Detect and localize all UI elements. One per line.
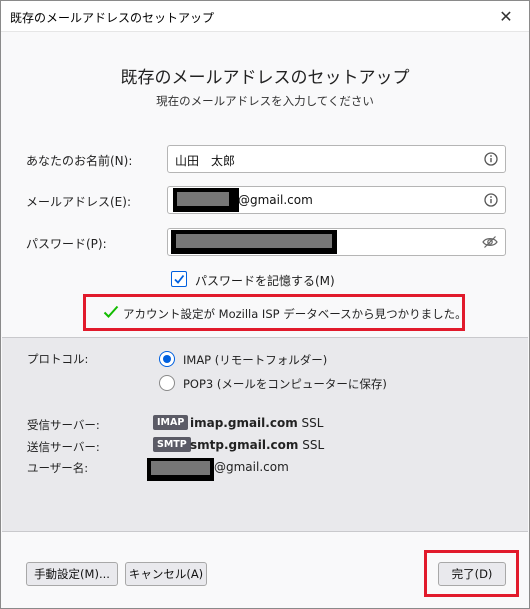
smtp-tag: SMTP — [153, 437, 191, 452]
protocol-label: プロトコル: — [27, 352, 89, 366]
outgoing-server: smtp.gmail.com SSL — [190, 438, 324, 452]
cancel-button[interactable]: キャンセル(A) — [125, 562, 207, 586]
outgoing-security: SSL — [302, 438, 325, 452]
imap-radio-label[interactable]: IMAP (リモートフォルダー) — [183, 352, 327, 368]
username-label: ユーザー名: — [27, 461, 89, 475]
pop3-radio[interactable] — [159, 375, 175, 391]
imap-tag: IMAP — [153, 415, 189, 430]
password-label: パスワード(P): — [26, 237, 107, 251]
hide-password-icon[interactable] — [482, 235, 498, 249]
incoming-host: imap.gmail.com — [190, 416, 298, 430]
page-heading: 既存のメールアドレスのセットアップ — [120, 68, 410, 88]
pop3-radio-label[interactable]: POP3 (メールをコンピューターに保存) — [183, 376, 387, 392]
incoming-server-label: 受信サーバー: — [27, 418, 100, 432]
notice-message: アカウント設定が Mozilla ISP データベースから見つかりました。 — [123, 307, 467, 321]
name-value: 山田 太郎 — [175, 154, 236, 168]
password-field[interactable] — [167, 228, 506, 256]
email-label: メールアドレス(E): — [26, 195, 131, 209]
outgoing-host: smtp.gmail.com — [190, 438, 299, 452]
name-label: あなたのお名前(N): — [26, 154, 133, 168]
name-field[interactable]: 山田 太郎 — [167, 145, 506, 173]
redacted-username — [147, 458, 214, 481]
manual-config-button[interactable]: 手動設定(M)... — [26, 562, 118, 586]
email-domain: @gmail.com — [238, 193, 313, 207]
check-icon — [174, 274, 185, 284]
config-found-notice: アカウント設定が Mozilla ISP データベースから見つかりました。 — [83, 294, 467, 331]
checkmark-icon — [103, 305, 119, 318]
window-title: 既存のメールアドレスのセットアップ — [10, 11, 215, 25]
incoming-security: SSL — [301, 416, 324, 430]
remember-password-checkbox[interactable] — [171, 271, 187, 287]
info-icon[interactable] — [484, 193, 498, 207]
close-icon[interactable]: ✕ — [483, 1, 529, 32]
username-domain: @gmail.com — [214, 460, 289, 474]
redacted-password — [171, 230, 337, 254]
info-icon[interactable] — [484, 152, 498, 166]
incoming-server: imap.gmail.com SSL — [190, 416, 323, 430]
page-subheading: 現在のメールアドレスを入力してください — [156, 94, 374, 108]
outgoing-server-label: 送信サーバー: — [27, 440, 100, 454]
account-setup-dialog: 既存のメールアドレスのセットアップ ✕ 既存のメールアドレスのセットアップ 現在… — [0, 0, 530, 609]
redacted-email-user — [173, 188, 239, 212]
remember-password-label: パスワードを記憶する(M) — [195, 274, 335, 288]
title-bar: 既存のメールアドレスのセットアップ ✕ — [1, 1, 529, 32]
imap-radio[interactable] — [159, 351, 175, 367]
config-panel: プロトコル: IMAP (リモートフォルダー) POP3 (メールをコンピュータ… — [2, 337, 528, 532]
email-field[interactable]: @gmail.com — [167, 186, 506, 214]
done-button[interactable]: 完了(D) — [438, 562, 506, 586]
